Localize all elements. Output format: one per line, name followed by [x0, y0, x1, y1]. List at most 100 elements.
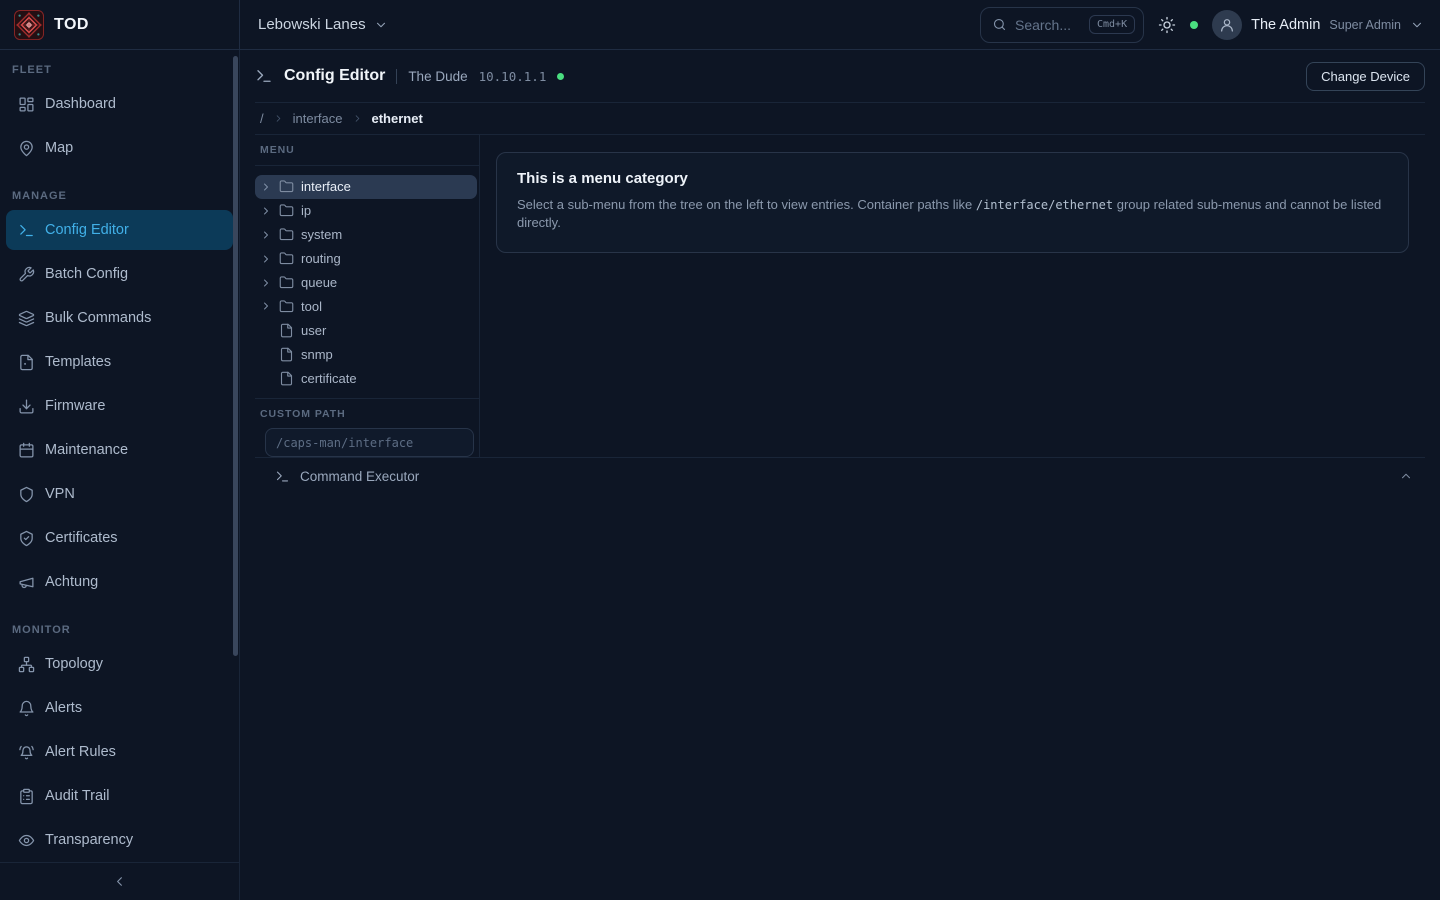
sidebar-collapse-button[interactable]	[0, 862, 239, 900]
sidebar-item-label: Firmware	[45, 398, 105, 414]
sidebar-item-label: Topology	[45, 656, 103, 672]
chevron-up-icon[interactable]	[1399, 469, 1413, 483]
sidebar-item-label: Bulk Commands	[45, 310, 151, 326]
breadcrumb-current: ethernet	[372, 111, 423, 126]
tree-item-label: system	[301, 227, 342, 242]
tree-item-label: ip	[301, 203, 311, 218]
chevron-right-icon	[273, 113, 284, 124]
dashboard-icon	[18, 96, 35, 113]
sidebar-item-label: Transparency	[45, 832, 133, 848]
sidebar-scrollbar-thumb[interactable]	[233, 56, 238, 656]
chevron-left-icon	[112, 874, 127, 889]
sidebar-item-certificates[interactable]: Certificates	[6, 518, 233, 558]
info-card-title: This is a menu category	[517, 170, 1388, 187]
sidebar-item-dashboard[interactable]: Dashboard	[6, 84, 233, 124]
device-name: The Dude	[408, 69, 467, 84]
page-header: Config Editor The Dude 10.10.1.1 Change …	[255, 50, 1425, 103]
command-executor-toggle[interactable]: Command Executor	[255, 457, 1425, 494]
theme-toggle-button[interactable]	[1158, 16, 1176, 34]
brand[interactable]: TOD	[0, 0, 240, 49]
sidebar-item-alerts[interactable]: Alerts	[6, 688, 233, 728]
sidebar-section-monitor: MONITOR	[0, 624, 239, 636]
terminal-icon	[275, 469, 290, 484]
chevron-right-icon[interactable]	[260, 277, 272, 289]
org-switcher[interactable]: Lebowski Lanes	[258, 16, 388, 33]
chevron-right-icon	[352, 113, 363, 124]
calendar-icon	[18, 442, 35, 459]
chevron-right-icon[interactable]	[260, 229, 272, 241]
tree-item-tool[interactable]: tool	[255, 294, 477, 318]
change-device-button[interactable]: Change Device	[1306, 62, 1425, 91]
sidebar-item-map[interactable]: Map	[6, 128, 233, 168]
download-icon	[18, 398, 35, 415]
chevron-right-icon[interactable]	[260, 181, 272, 193]
tod-diamond-logo-icon	[14, 10, 44, 40]
user-menu[interactable]: The Admin Super Admin	[1212, 10, 1424, 40]
org-name: Lebowski Lanes	[258, 16, 366, 33]
search-input[interactable]	[1015, 17, 1081, 33]
user-name: The Admin	[1251, 17, 1320, 33]
tree-item-certificate[interactable]: certificate	[255, 366, 477, 390]
tree-item-interface[interactable]: interface	[255, 175, 477, 199]
shield-check-icon	[18, 530, 35, 547]
sidebar-item-label: Certificates	[45, 530, 118, 546]
breadcrumb-root[interactable]: /	[260, 111, 264, 126]
tree-item-label: queue	[301, 275, 337, 290]
sidebar-item-label: Maintenance	[45, 442, 128, 458]
connection-status-dot	[1190, 21, 1198, 29]
folder-icon	[279, 275, 294, 290]
sidebar-item-maintenance[interactable]: Maintenance	[6, 430, 233, 470]
sidebar-item-achtung[interactable]: Achtung	[6, 562, 233, 602]
tree-item-label: routing	[301, 251, 341, 266]
sidebar-section-fleet: FLEET	[0, 64, 239, 76]
terminal-icon	[18, 222, 35, 239]
breadcrumb-item-interface[interactable]: interface	[293, 111, 343, 126]
content-panel: This is a menu category Select a sub-men…	[480, 135, 1425, 457]
file-icon	[18, 354, 35, 371]
chevron-right-icon[interactable]	[260, 253, 272, 265]
sidebar: FLEET Dashboard Map MANAGE Config Editor…	[0, 50, 240, 900]
search-shortcut-badge: Cmd+K	[1089, 15, 1135, 34]
sidebar-item-config-editor[interactable]: Config Editor	[6, 210, 233, 250]
tree-item-ip[interactable]: ip	[255, 199, 477, 223]
tree-item-user[interactable]: user	[255, 318, 477, 342]
megaphone-icon	[18, 574, 35, 591]
search-box[interactable]: Cmd+K	[980, 7, 1144, 43]
device-ip: 10.10.1.1	[479, 69, 547, 84]
chevron-right-icon[interactable]	[260, 300, 272, 312]
main-content: Config Editor The Dude 10.10.1.1 Change …	[240, 50, 1440, 900]
map-pin-icon	[18, 140, 35, 157]
device-online-dot	[557, 73, 564, 80]
sidebar-item-audit-trail[interactable]: Audit Trail	[6, 776, 233, 816]
tree-item-label: tool	[301, 299, 322, 314]
custom-path-section: CUSTOM PATH	[255, 398, 479, 457]
tree-item-routing[interactable]: routing	[255, 247, 477, 271]
breadcrumb: / interface ethernet	[255, 103, 1425, 135]
tree-item-label: interface	[301, 179, 351, 194]
menu-category-info-card: This is a menu category Select a sub-men…	[496, 152, 1409, 253]
user-role: Super Admin	[1329, 18, 1401, 32]
tree-item-label: certificate	[301, 371, 357, 386]
sidebar-item-label: Templates	[45, 354, 111, 370]
sidebar-item-firmware[interactable]: Firmware	[6, 386, 233, 426]
chevron-right-icon[interactable]	[260, 205, 272, 217]
search-icon	[992, 17, 1007, 32]
sidebar-section-manage: MANAGE	[0, 190, 239, 202]
folder-icon	[279, 227, 294, 242]
network-icon	[18, 656, 35, 673]
sidebar-item-templates[interactable]: Templates	[6, 342, 233, 382]
tree-item-system[interactable]: system	[255, 223, 477, 247]
sidebar-item-vpn[interactable]: VPN	[6, 474, 233, 514]
tree-item-snmp[interactable]: snmp	[255, 342, 477, 366]
folder-icon	[279, 251, 294, 266]
custom-path-label: CUSTOM PATH	[260, 408, 469, 420]
sidebar-item-bulk-commands[interactable]: Bulk Commands	[6, 298, 233, 338]
sidebar-item-alert-rules[interactable]: Alert Rules	[6, 732, 233, 772]
page-title: Config Editor	[284, 67, 385, 85]
sidebar-item-batch-config[interactable]: Batch Config	[6, 254, 233, 294]
folder-icon	[279, 203, 294, 218]
sidebar-item-topology[interactable]: Topology	[6, 644, 233, 684]
tree-item-queue[interactable]: queue	[255, 271, 477, 295]
custom-path-input[interactable]	[265, 428, 474, 457]
sidebar-item-transparency[interactable]: Transparency	[6, 820, 233, 860]
